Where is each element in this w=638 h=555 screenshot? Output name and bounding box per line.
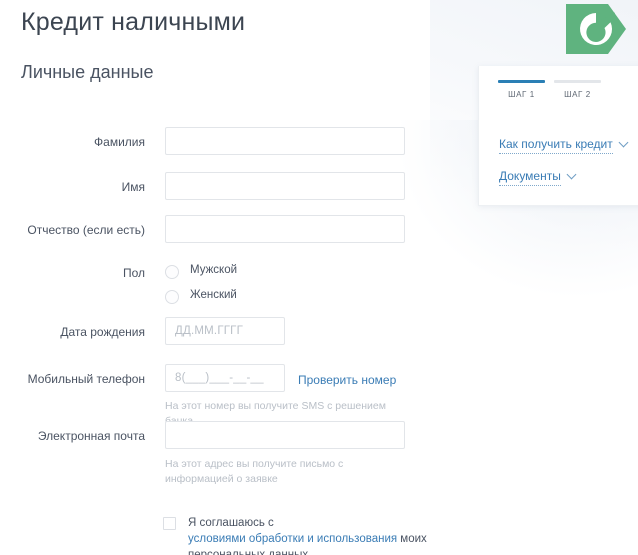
radio-gender-male-label: Мужской	[190, 264, 238, 276]
section-title: Личные данные	[21, 62, 154, 82]
tab-step-1[interactable]: ШАГ 1	[498, 80, 545, 99]
label-middle-name: Отчество (если есть)	[27, 223, 145, 237]
input-first-name[interactable]	[165, 172, 405, 200]
link-documents-label: Документы	[499, 169, 561, 186]
tab-step-2-label: ШАГ 2	[564, 90, 591, 99]
chevron-down-icon	[618, 137, 629, 148]
tab-step-2[interactable]: ШАГ 2	[554, 80, 601, 99]
link-how-to-get-credit-label: Как получить кредит	[499, 137, 613, 154]
consent-text: Я соглашаюсь с условиями обработки и исп…	[188, 515, 433, 555]
label-last-name: Фамилия	[94, 135, 145, 149]
input-middle-name[interactable]	[165, 215, 405, 243]
input-birth-date-placeholder: ДД.ММ.ГГГГ	[175, 325, 244, 337]
consent-text-before: Я соглашаюсь с	[188, 517, 274, 529]
link-how-to-get-credit[interactable]: Как получить кредит	[499, 137, 629, 154]
label-gender: Пол	[122, 266, 145, 280]
checkbox-consent[interactable]	[163, 517, 176, 530]
chevron-down-icon	[566, 169, 577, 180]
tab-step-1-indicator	[498, 80, 545, 83]
radio-gender-female-label: Женский	[190, 289, 237, 301]
steps-panel: ШАГ 1 ШАГ 2 Как получить кредит Документ…	[478, 66, 638, 206]
link-documents[interactable]: Документы	[499, 169, 577, 186]
page-root: Кредит наличными Личные данные ШАГ 1 ШАГ…	[0, 0, 638, 555]
sberbank-logo	[560, 2, 632, 62]
step-tabs: ШАГ 1 ШАГ 2	[498, 80, 638, 110]
input-last-name[interactable]	[165, 127, 405, 155]
label-first-name: Имя	[121, 180, 145, 194]
link-verify-phone[interactable]: Проверить номер	[298, 373, 396, 387]
label-email: Электронная почта	[37, 429, 145, 443]
tab-step-1-label: ШАГ 1	[508, 90, 535, 99]
radio-circle-icon	[165, 290, 179, 304]
link-personal-data-terms[interactable]: условиями обработки и использования	[188, 533, 397, 545]
input-phone[interactable]: 8(___)___-__-__	[165, 364, 285, 392]
input-birth-date[interactable]: ДД.ММ.ГГГГ	[165, 317, 285, 345]
input-phone-placeholder: 8(___)___-__-__	[175, 372, 264, 384]
label-birth-date: Дата рождения	[60, 325, 145, 339]
page-title: Кредит наличными	[21, 8, 246, 36]
tab-step-2-indicator	[554, 80, 601, 83]
hint-email: На этот адрес вы получите письмо с инфор…	[165, 458, 344, 485]
label-phone: Мобильный телефон	[27, 372, 145, 386]
radio-circle-icon	[165, 265, 179, 279]
input-email[interactable]	[165, 421, 405, 449]
